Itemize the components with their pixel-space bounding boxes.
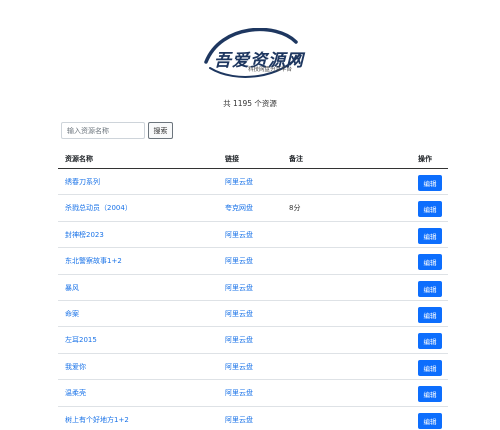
table-row: 温柔壳 阿里云盘 编辑 bbox=[58, 380, 448, 407]
header-link: 链接 bbox=[225, 155, 239, 163]
edit-button[interactable]: 编辑 bbox=[418, 254, 442, 271]
table-row: 树上有个好地方1+2 阿里云盘 编辑 bbox=[58, 407, 448, 430]
edit-button[interactable]: 编辑 bbox=[418, 201, 442, 218]
header-note: 备注 bbox=[289, 155, 303, 163]
resource-link[interactable]: 阿里云盘 bbox=[225, 415, 253, 425]
table-header: 资源名称 链接 备注 操作 bbox=[58, 148, 448, 169]
resource-note: 8分 bbox=[289, 204, 301, 213]
table-row: 东北警察故事1+2 阿里云盘 编辑 bbox=[58, 248, 448, 275]
table-row: 绣春刀系列 阿里云盘 编辑 bbox=[58, 169, 448, 196]
edit-button[interactable]: 编辑 bbox=[418, 333, 442, 350]
resource-link[interactable]: 阿里云盘 bbox=[225, 256, 253, 266]
search-input[interactable] bbox=[61, 122, 145, 139]
resource-link[interactable]: 阿里云盘 bbox=[225, 283, 253, 293]
resource-link[interactable]: 阿里云盘 bbox=[225, 309, 253, 319]
resource-link[interactable]: 阿里云盘 bbox=[225, 388, 253, 398]
resource-table: 资源名称 链接 备注 操作 绣春刀系列 阿里云盘 编辑 杀戮总动员（2004） … bbox=[58, 148, 448, 430]
resource-link[interactable]: 阿里云盘 bbox=[225, 362, 253, 372]
logo-subtitle: 科技网盘分享平台 bbox=[248, 67, 293, 73]
table-row: 封神榜2023 阿里云盘 编辑 bbox=[58, 222, 448, 249]
table-row: 命案 阿里云盘 编辑 bbox=[58, 301, 448, 328]
resource-name-link[interactable]: 封神榜2023 bbox=[65, 230, 104, 240]
table-row: 我爱你 阿里云盘 编辑 bbox=[58, 354, 448, 381]
resource-name-link[interactable]: 我爱你 bbox=[65, 362, 86, 372]
edit-button[interactable]: 编辑 bbox=[418, 280, 442, 297]
resource-name-link[interactable]: 温柔壳 bbox=[65, 388, 86, 398]
table-row: 左耳2015 阿里云盘 编辑 bbox=[58, 327, 448, 354]
search-button[interactable]: 搜索 bbox=[148, 122, 173, 139]
table-row: 杀戮总动员（2004） 夸克网盘 8分 编辑 bbox=[58, 195, 448, 222]
resource-link[interactable]: 阿里云盘 bbox=[225, 230, 253, 240]
header-name: 资源名称 bbox=[65, 155, 93, 163]
edit-button[interactable]: 编辑 bbox=[418, 386, 442, 403]
site-logo: 吾爱资源网 科技网盘分享平台 bbox=[0, 28, 500, 88]
resource-name-link[interactable]: 命案 bbox=[65, 309, 79, 319]
edit-button[interactable]: 编辑 bbox=[418, 412, 442, 429]
resource-link[interactable]: 阿里云盘 bbox=[225, 177, 253, 187]
resource-name-link[interactable]: 杀戮总动员（2004） bbox=[65, 203, 132, 213]
resource-name-link[interactable]: 左耳2015 bbox=[65, 335, 97, 345]
resource-name-link[interactable]: 东北警察故事1+2 bbox=[65, 256, 122, 266]
resource-link[interactable]: 阿里云盘 bbox=[225, 335, 253, 345]
header-action: 操作 bbox=[418, 155, 432, 163]
resource-name-link[interactable]: 暴风 bbox=[65, 283, 79, 293]
edit-button[interactable]: 编辑 bbox=[418, 175, 442, 191]
edit-button[interactable]: 编辑 bbox=[418, 359, 442, 376]
edit-button[interactable]: 编辑 bbox=[418, 306, 442, 323]
edit-button[interactable]: 编辑 bbox=[418, 227, 442, 244]
table-row: 暴风 阿里云盘 编辑 bbox=[58, 275, 448, 301]
resource-link[interactable]: 夸克网盘 bbox=[225, 203, 253, 213]
resource-name-link[interactable]: 绣春刀系列 bbox=[65, 177, 100, 187]
resource-count: 共 1195 个资源 bbox=[223, 99, 277, 108]
resource-name-link[interactable]: 树上有个好地方1+2 bbox=[65, 415, 129, 425]
